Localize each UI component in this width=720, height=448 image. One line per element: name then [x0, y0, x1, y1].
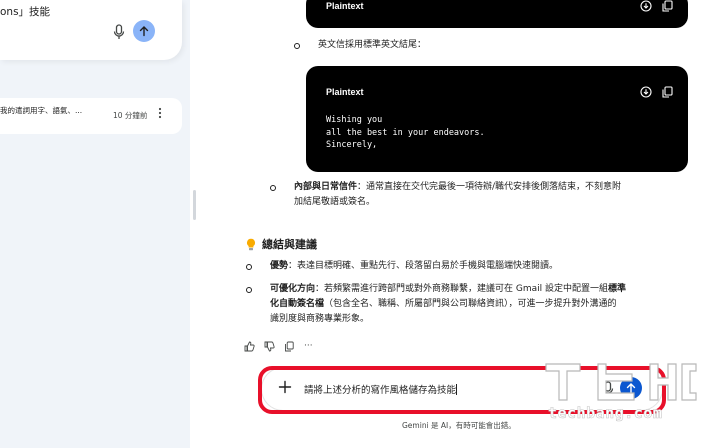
- download-icon[interactable]: [640, 86, 652, 98]
- bullet-english-ending: 英文信採用標準英文結尾：: [318, 40, 427, 50]
- list-bullet: [246, 287, 252, 293]
- opt-bold: 標準: [608, 284, 627, 294]
- watermark-text: techbang.com: [548, 404, 663, 423]
- summary-heading-text: 總結與建議: [262, 238, 317, 251]
- code-line: Sincerely,: [326, 140, 378, 150]
- mic-icon[interactable]: [113, 24, 125, 40]
- sidebar-send-button[interactable]: [133, 20, 155, 42]
- copy-icon[interactable]: [662, 0, 673, 12]
- optimization-text: 可優化方向：若頻繁需進行跨部門或對外商務聯繫，建議可在 Gmail 設定中配置一…: [270, 282, 626, 327]
- summary-heading: 總結與建議: [246, 236, 317, 252]
- internal-text-line: 加結尾敬語或簽名。: [294, 197, 376, 207]
- arrow-up-icon: [139, 26, 149, 37]
- internal-text-line: ：通常直接在交代完最後一項待辦/職代安排後側落結束，不刻意附: [357, 182, 622, 192]
- opt-body: 識別度與商務專業形象。: [270, 314, 370, 324]
- list-bullet: [246, 264, 252, 270]
- code-line: all the best in your endeavors.: [326, 127, 485, 138]
- watermark: techbang.com: [540, 360, 700, 428]
- code-block: Plaintext Wishing you all the best in yo…: [306, 66, 688, 172]
- download-icon[interactable]: [640, 0, 652, 12]
- code-lang-label: Plaintext: [326, 1, 364, 11]
- internal-label: 內部與日常信件: [294, 182, 358, 192]
- opt-body: （包含全名、職稱、所屬部門與公司聯絡資訊），可進一步提升對外溝通的: [324, 299, 617, 309]
- sidebar-recent-time: 10 分鐘前: [113, 111, 148, 120]
- copy-icon[interactable]: [662, 86, 673, 98]
- prompt-input-value: 請將上述分析的寫作風格儲存為技能: [304, 385, 457, 396]
- disclaimer-text: Gemini 是 AI，有時可能會出錯。: [402, 421, 516, 430]
- sidebar-recent-title: 我的遣詞用字、語氣、...: [0, 106, 83, 115]
- watermark-logo: [545, 363, 697, 401]
- more-options-icon[interactable]: ···: [304, 341, 313, 352]
- thumbs-down-icon[interactable]: [264, 341, 275, 352]
- list-bullet: [294, 43, 300, 49]
- sidebar-prompt-text: ons」技能: [0, 6, 51, 18]
- prompt-input-field[interactable]: 請將上述分析的寫作風格儲存為技能: [304, 382, 458, 396]
- response-actions: ···: [244, 341, 313, 352]
- code-block: Plaintext: [306, 0, 688, 28]
- sidebar-recent-item[interactable]: 我的遣詞用字、語氣、... 10 分鐘前: [0, 98, 182, 134]
- opt-label: 可優化方向: [270, 284, 316, 294]
- opt-bold: 化自動簽名檔: [270, 299, 325, 309]
- sidebar: ons」技能 我的遣詞用字、語氣、... 10 分鐘前: [0, 0, 190, 448]
- code-content: Wishing you all the best in your endeavo…: [326, 114, 485, 152]
- code-line: Wishing you: [326, 115, 383, 125]
- text-caret: [456, 384, 458, 395]
- copy-icon[interactable]: [284, 341, 295, 352]
- list-bullet: [270, 185, 276, 191]
- advantage-label: 優勢: [270, 261, 289, 271]
- sidebar-prompt-card[interactable]: ons」技能: [0, 0, 182, 60]
- thumbs-up-icon[interactable]: [244, 341, 255, 352]
- code-lang-label: Plaintext: [326, 87, 364, 97]
- opt-body: ：若頻繁需進行跨部門或對外商務聯繫，建議可在 Gmail 設定中配置一組: [315, 284, 608, 294]
- plus-icon[interactable]: [278, 380, 292, 394]
- lightbulb-icon: [247, 238, 255, 250]
- more-vert-icon[interactable]: [158, 107, 162, 119]
- advantage-body: ：表達目標明確、重點先行、段落留白易於手機與電腦端快速閱讀。: [288, 261, 559, 271]
- internal-letters-text: 內部與日常信件：通常直接在交代完最後一項待辦/職代安排後側落結束，不刻意附 加結…: [294, 180, 621, 210]
- advantage-text: 優勢：表達目標明確、重點先行、段落留白易於手機與電腦端快速閱讀。: [270, 259, 558, 274]
